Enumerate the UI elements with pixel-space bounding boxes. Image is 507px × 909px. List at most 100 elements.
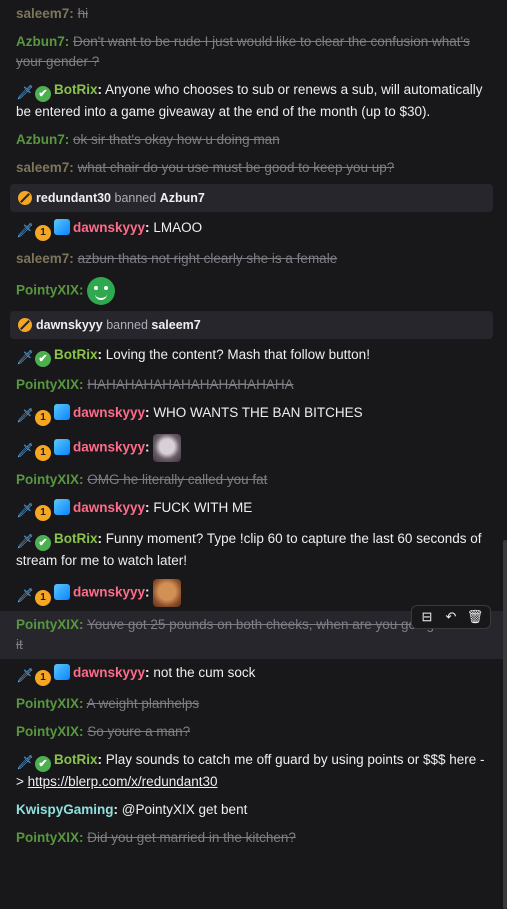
chat-message: 🗡 ✔ BotRix: Play sounds to catch me off gu… xyxy=(0,746,503,796)
deleted-message-text: Youve got 25 pounds on both cheeks, when… xyxy=(16,617,478,652)
colon: : xyxy=(79,830,84,845)
colon: : xyxy=(145,439,150,455)
message-text: FUCK WITH ME xyxy=(153,500,253,515)
notice-actor[interactable]: redundant30 xyxy=(36,191,111,205)
coin-badge-icon: 1 xyxy=(35,505,51,521)
username[interactable]: Azbun7 xyxy=(16,34,65,49)
username[interactable]: BotRix xyxy=(54,752,98,767)
chat-message: Azbun7: ok sir that's okay how u doing m… xyxy=(0,126,503,154)
chat-message: saleem7: azbun thats not right clearly s… xyxy=(0,245,503,273)
cube-badge-icon xyxy=(54,219,70,235)
username[interactable]: saleem7 xyxy=(16,160,69,175)
colon: : xyxy=(79,617,84,632)
notice-actor[interactable]: dawnskyyy xyxy=(36,318,103,332)
colon: : xyxy=(145,405,150,420)
colon: : xyxy=(97,752,103,767)
coin-badge-icon: 1 xyxy=(35,225,51,241)
chat-message: 🗡 ✔ BotRix: Loving the content? Mash that … xyxy=(0,341,503,371)
deleted-message-text: what chair do you use must be good to ke… xyxy=(77,160,395,175)
ban-icon xyxy=(18,318,32,332)
colon: : xyxy=(145,500,150,515)
coin-badge-icon: 1 xyxy=(35,444,51,461)
username[interactable]: dawnskyyy xyxy=(73,500,145,515)
deleted-message-text: ok sir that's okay how u doing man xyxy=(73,132,280,147)
sword-badge-icon: 🗡 xyxy=(16,533,34,549)
username[interactable]: PointyXIX xyxy=(16,472,79,487)
username[interactable]: BotRix xyxy=(54,82,98,97)
cube-badge-icon xyxy=(54,664,70,680)
deleted-message-text: Don't want to be rude I just would like … xyxy=(16,34,470,69)
sword-badge-icon: 🗡 xyxy=(16,586,34,603)
coin-badge-icon: 1 xyxy=(35,589,51,606)
notice-target[interactable]: Azbun7 xyxy=(160,191,205,205)
chat-message: Azbun7: Don't want to be rude I just wou… xyxy=(0,28,503,76)
username[interactable]: PointyXIX xyxy=(16,283,79,298)
message-link[interactable]: https://blerp.com/x/redundant30 xyxy=(28,774,218,789)
sword-badge-icon: 🗡 xyxy=(16,407,34,423)
verified-badge-icon: ✔ xyxy=(35,535,51,551)
username[interactable]: dawnskyyy xyxy=(73,665,145,680)
chat-message: PointyXIX: So youre a man? xyxy=(0,718,503,746)
chat-message: PointyXIX: Youve got 25 pounds on both c… xyxy=(0,605,503,659)
username[interactable]: KwispyGaming xyxy=(16,802,114,817)
pin-icon[interactable]: ⊟ xyxy=(416,608,438,626)
trash-icon[interactable]: 🗑 xyxy=(464,608,486,626)
username[interactable]: PointyXIX xyxy=(16,617,79,632)
message-actions: ⊟ ↶ 🗑 xyxy=(411,605,491,629)
username[interactable]: dawnskyyy xyxy=(73,440,145,455)
colon: : xyxy=(64,132,70,147)
cube-badge-icon xyxy=(54,499,70,515)
chat-message: 🗡 ✔ BotRix: Funny moment? Type !clip 60 to… xyxy=(0,525,503,575)
sword-badge-icon: 🗡 xyxy=(16,84,34,100)
colon: : xyxy=(145,220,150,235)
green-blob-emote[interactable] xyxy=(87,277,116,305)
ban-icon xyxy=(18,191,32,205)
message-text: Loving the content? Mash that follow but… xyxy=(105,347,370,362)
chat-message: 🗡 ✔ BotRix: Anyone who chooses to sub or r… xyxy=(0,76,503,126)
undo-icon[interactable]: ↶ xyxy=(440,608,462,626)
colon: : xyxy=(79,282,84,298)
colon: : xyxy=(145,665,150,680)
deleted-message-text: OMG he literally called you fat xyxy=(87,472,268,487)
verified-badge-icon: ✔ xyxy=(35,351,51,367)
username[interactable]: PointyXIX xyxy=(16,830,79,845)
sword-badge-icon: 🗡 xyxy=(16,502,34,518)
colon: : xyxy=(69,251,74,266)
notice-target[interactable]: saleem7 xyxy=(151,318,200,332)
username[interactable]: PointyXIX xyxy=(16,696,79,711)
colon: : xyxy=(69,160,74,175)
notice-action: banned xyxy=(114,191,157,205)
deleted-message-text: hi xyxy=(77,6,89,21)
username[interactable]: BotRix xyxy=(54,347,98,362)
cat-emote[interactable] xyxy=(153,434,182,462)
chat-message: 🗡 1 dawnskyyy: LMAOO xyxy=(0,214,503,245)
message-text: LMAOO xyxy=(153,220,203,235)
chat-message: 🗡 1 dawnskyyy: xyxy=(0,430,503,466)
deleted-message-text: So youre a man? xyxy=(87,724,191,739)
chat-message: 🗡 1 dawnskyyy: not the cum sock xyxy=(0,659,503,690)
username[interactable]: dawnskyyy xyxy=(73,585,145,600)
chat-message: PointyXIX: xyxy=(0,273,503,309)
colon: : xyxy=(79,724,84,739)
deleted-message-text: azbun thats not right clearly she is a f… xyxy=(77,251,338,266)
colon: : xyxy=(113,802,119,817)
username[interactable]: PointyXIX xyxy=(16,377,79,392)
username[interactable]: dawnskyyy xyxy=(73,220,145,235)
face-emote[interactable] xyxy=(153,579,182,607)
username[interactable]: dawnskyyy xyxy=(73,405,145,420)
scrollbar-thumb[interactable] xyxy=(503,540,507,909)
username[interactable]: saleem7 xyxy=(16,251,69,266)
colon: : xyxy=(69,6,74,21)
username[interactable]: BotRix xyxy=(54,531,98,546)
username[interactable]: PointyXIX xyxy=(16,724,79,739)
ban-notice: redundant30 banned Azbun7 xyxy=(10,184,493,212)
sword-badge-icon: 🗡 xyxy=(16,222,34,238)
coin-badge-icon: 1 xyxy=(35,670,51,686)
sword-badge-icon: 🗡 xyxy=(16,667,34,683)
chat-message: 🗡 1 dawnskyyy: WHO WANTS THE BAN BITCHES xyxy=(0,399,503,430)
deleted-message-text: A weight planhelps xyxy=(86,696,200,711)
username[interactable]: Azbun7 xyxy=(16,132,65,147)
chat-message: PointyXIX: A weight planhelps xyxy=(0,690,503,718)
ban-notice: dawnskyyy banned saleem7 xyxy=(10,311,493,339)
username[interactable]: saleem7 xyxy=(16,6,69,21)
